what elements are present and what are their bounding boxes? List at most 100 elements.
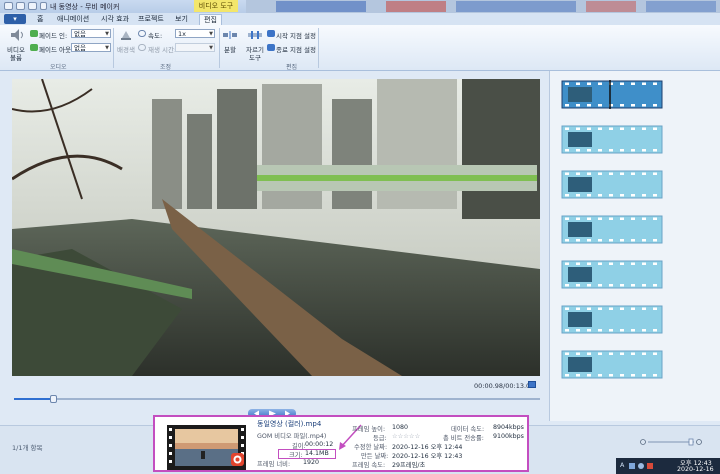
chevron-down-icon: ▼ [105, 31, 109, 37]
data-rate-label: 데이터 속도: [451, 426, 485, 433]
fullscreen-preview-icon[interactable] [528, 381, 536, 388]
volume-icon[interactable] [638, 463, 644, 469]
customize-toolbar-icon[interactable] [40, 2, 47, 10]
ribbon-tabs: ▾ 홈 애니메이션 시각 효과 프로젝트 보기 편집 [0, 13, 720, 25]
tab-animation[interactable]: 애니메이션 [57, 14, 89, 25]
video-volume-icon[interactable] [9, 28, 25, 42]
system-tray: A 오후 12:43 2020-12-16 [616, 458, 720, 474]
file-menu-button[interactable]: ▾ [4, 14, 26, 24]
seek-bar-progress [14, 398, 54, 400]
tab-edit[interactable]: 편집 [199, 14, 222, 25]
fade-out-value: 없음 [74, 44, 86, 52]
size-value: 14.1MB [305, 450, 329, 457]
app-menu-icon[interactable] [4, 2, 13, 10]
audio-group-label: 오디오 [50, 64, 67, 71]
fade-in-icon [30, 30, 38, 37]
storyboard-clip[interactable] [561, 170, 663, 199]
tab-project[interactable]: 프로젝트 [138, 14, 164, 25]
fade-out-dropdown[interactable]: 없음 ▼ [71, 43, 111, 52]
rating-label: 등급: [373, 435, 387, 442]
speed-value: 1x [178, 30, 186, 38]
tab-home[interactable]: 홈 [37, 14, 43, 25]
playback-timecode: 00:00.98/00:13.02 [474, 382, 535, 390]
edit-group-label: 편집 [286, 64, 298, 71]
total-bitrate-label: 총 비트 전송률: [443, 435, 484, 442]
adjust-group-label: 조정 [160, 64, 172, 71]
speed-icon [138, 30, 146, 37]
network-icon[interactable] [629, 463, 635, 469]
item-count: 1/1개 항목 [12, 444, 43, 452]
divider [219, 28, 220, 68]
context-tab-title: 비디오 도구 [194, 0, 238, 12]
split-icon[interactable] [223, 31, 237, 39]
undo-icon[interactable] [28, 2, 37, 10]
set-end-point-button[interactable]: 종료 지점 설정 [276, 44, 316, 54]
trim-tool-label-2: 도구 [249, 54, 261, 62]
fade-in-label: 페이드 인: [39, 32, 68, 40]
data-rate-value: 8904kbps [493, 424, 524, 431]
clock-date[interactable]: 2020-12-16 [677, 466, 714, 473]
duration-label: 재생 시간: [148, 46, 177, 54]
chevron-down-icon: ▼ [105, 45, 109, 51]
background-color-icon[interactable] [120, 29, 132, 40]
video-volume-label-2: 볼륨 [10, 54, 22, 62]
chevron-down-icon: ▼ [209, 45, 213, 51]
storyboard-clip[interactable] [561, 305, 663, 334]
video-preview[interactable] [12, 79, 540, 376]
storyboard-clip[interactable] [561, 125, 663, 154]
file-info-tooltip: 동일영상 (컬러).mp4 GOM 비디오 파일(.mp4) 길이: 00:00… [153, 415, 529, 472]
frame-rate-value: 29프레임/초 [392, 462, 426, 469]
size-label: 크기: [289, 452, 303, 459]
frame-width-value: 1920 [303, 459, 320, 466]
divider [318, 28, 319, 68]
file-type: GOM 비디오 파일(.mp4) [257, 433, 327, 440]
video-frame-image [12, 79, 540, 376]
divider [113, 28, 114, 68]
ribbon: 비디오 볼륨 페이드 인: 없음 ▼ 페이드 아웃: 없음 ▼ 오디오 배경색 속도… [0, 25, 720, 71]
frame-height-value: 1080 [392, 424, 409, 431]
storyboard-clip[interactable] [561, 80, 663, 109]
frame-rate-label: 프레임 속도: [352, 462, 386, 469]
fade-in-value: 없음 [74, 30, 86, 38]
rating-stars[interactable]: ☆☆☆☆☆ [392, 433, 420, 440]
tab-view[interactable]: 보기 [175, 14, 188, 25]
preview-pane [0, 71, 549, 410]
save-icon[interactable] [16, 2, 25, 10]
set-start-icon [267, 30, 275, 37]
title-bar: 내 동영상 - 무비 메이커 비디오 도구 [0, 0, 720, 13]
fade-out-label: 페이드 아웃: [39, 46, 74, 54]
zoom-slider[interactable] [640, 438, 702, 446]
chevron-down-icon: ▼ [209, 31, 213, 37]
length-value: 00:00:12 [305, 441, 334, 448]
tray-app-icon[interactable] [647, 463, 653, 469]
created-label: 만든 날짜: [361, 453, 389, 460]
set-start-point-button[interactable]: 시작 지점 설정 [276, 30, 316, 40]
file-title: 동일영상 (컬러).mp4 [257, 420, 322, 428]
tab-visual-effects[interactable]: 시각 효과 [101, 14, 129, 25]
gom-player-icon [231, 453, 244, 466]
seek-bar[interactable] [14, 395, 540, 403]
frame-height-label: 프레임 높이: [352, 426, 386, 433]
storyboard-clip[interactable] [561, 215, 663, 244]
storyboard-pane [549, 71, 720, 421]
modified-label: 수정한 날짜: [354, 444, 388, 451]
fade-in-dropdown[interactable]: 없음 ▼ [71, 29, 111, 38]
window-title-strip [246, 0, 720, 13]
storyboard-clip[interactable] [561, 350, 663, 379]
speed-label: 속도: [148, 32, 163, 40]
seek-bar-thumb[interactable] [50, 395, 58, 403]
window-title: 내 동영상 - 무비 메이커 [50, 3, 120, 11]
speed-dropdown[interactable]: 1x ▼ [175, 29, 215, 38]
storyboard-clip[interactable] [561, 260, 663, 289]
trim-tool-icon[interactable] [248, 30, 262, 40]
total-bitrate-value: 9100kbps [493, 433, 524, 440]
storyboard-clips [561, 80, 663, 379]
created-value: 2020-12-16 오후 12:43 [392, 453, 463, 460]
set-end-icon [267, 44, 275, 51]
background-color-label: 배경색 [117, 46, 135, 54]
input-language-indicator[interactable]: A [620, 462, 624, 469]
modified-value: 2020-12-16 오후 12:44 [392, 444, 463, 451]
duration-icon [138, 44, 146, 51]
split-label: 분할 [224, 46, 236, 54]
duration-dropdown[interactable]: ▼ [175, 43, 215, 52]
